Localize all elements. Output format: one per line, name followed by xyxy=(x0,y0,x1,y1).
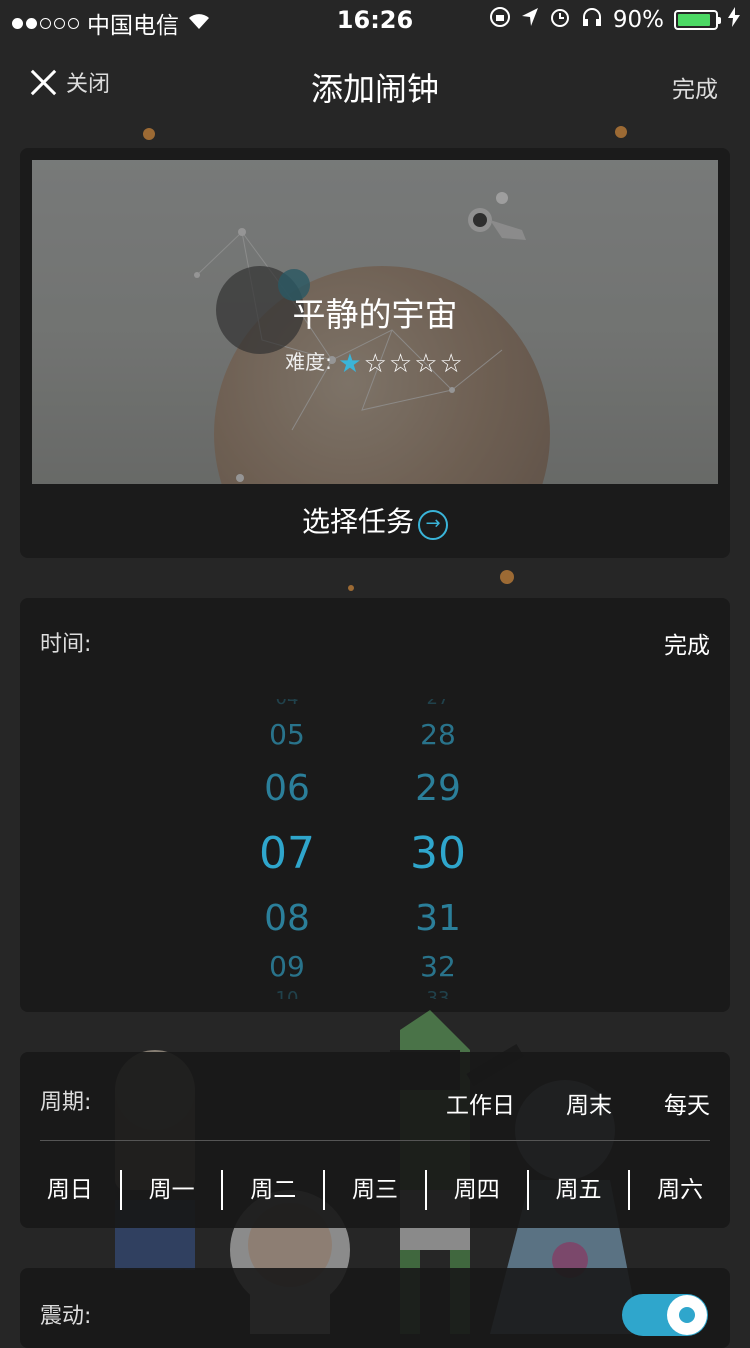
difficulty-label: 难度: xyxy=(285,350,332,374)
choose-task-button[interactable]: 选择任务 → xyxy=(20,500,730,540)
rotation-lock-icon xyxy=(489,6,511,33)
status-right: 90% xyxy=(489,6,740,33)
battery-icon xyxy=(674,9,721,30)
weekday-selector: 周日 周一 周二 周三 周四 周五 周六 xyxy=(20,1170,730,1210)
vibrate-label: 震动: xyxy=(40,1304,92,1329)
mission-banner[interactable]: 平静的宇宙 难度: ★☆☆☆☆ xyxy=(32,160,718,484)
vibrate-toggle[interactable] xyxy=(622,1294,708,1336)
hour-option[interactable]: 04 xyxy=(227,699,347,710)
preset-weekdays[interactable]: 工作日 xyxy=(446,1086,515,1120)
done-button[interactable]: 完成 xyxy=(672,70,718,104)
star-empty-icon: ☆ xyxy=(414,349,440,379)
choose-task-label: 选择任务 xyxy=(301,505,414,538)
preset-everyday[interactable]: 每天 xyxy=(664,1086,710,1120)
hour-option[interactable]: 08 xyxy=(227,898,347,938)
preset-weekend[interactable]: 周末 xyxy=(566,1086,612,1120)
minute-option[interactable]: 30 xyxy=(378,828,498,876)
star-filled-icon: ★ xyxy=(338,349,364,379)
difficulty-rating: 难度: ★☆☆☆☆ xyxy=(32,346,718,379)
time-done-button[interactable]: 完成 xyxy=(664,626,710,660)
location-icon xyxy=(521,7,539,32)
status-bar: 中国电信 16:26 90% xyxy=(0,0,750,40)
day-wednesday[interactable]: 周三 xyxy=(323,1170,425,1210)
day-friday[interactable]: 周五 xyxy=(526,1170,629,1210)
hour-option[interactable]: 10 xyxy=(227,988,347,999)
star-rating: ★☆☆☆☆ xyxy=(338,349,465,379)
minute-option[interactable]: 29 xyxy=(378,768,498,808)
arrow-right-circle-icon: → xyxy=(418,510,448,540)
hour-option[interactable]: 06 xyxy=(227,768,347,808)
hour-option[interactable]: 07 xyxy=(227,828,347,876)
mission-name: 平静的宇宙 xyxy=(292,295,458,334)
nav-bar: 关闭 添加闹钟 完成 xyxy=(0,48,750,120)
minute-option[interactable]: 28 xyxy=(378,718,498,750)
minute-option[interactable]: 33 xyxy=(378,988,498,999)
vibrate-card: 震动: xyxy=(20,1268,730,1348)
page-title: 添加闹钟 xyxy=(310,70,439,108)
hour-option[interactable]: 05 xyxy=(227,718,347,750)
alarm-icon xyxy=(549,6,571,33)
minute-option[interactable]: 31 xyxy=(378,898,498,938)
charging-icon xyxy=(728,7,740,32)
hour-option[interactable]: 09 xyxy=(227,950,347,982)
star-empty-icon: ☆ xyxy=(388,349,415,379)
minute-option[interactable]: 27 xyxy=(378,699,498,710)
time-label: 时间: xyxy=(40,632,92,657)
day-tuesday[interactable]: 周二 xyxy=(221,1170,323,1210)
headphones-icon xyxy=(581,6,603,33)
minute-option[interactable]: 32 xyxy=(378,950,498,982)
battery-percent: 90% xyxy=(612,6,664,33)
day-sunday[interactable]: 周日 xyxy=(20,1170,120,1210)
repeat-label: 周期: xyxy=(40,1090,92,1115)
star-empty-icon: ☆ xyxy=(439,349,465,379)
day-monday[interactable]: 周一 xyxy=(119,1170,222,1210)
day-thursday[interactable]: 周四 xyxy=(424,1170,527,1210)
day-saturday[interactable]: 周六 xyxy=(628,1170,730,1210)
star-empty-icon: ☆ xyxy=(363,349,389,379)
repeat-card: 周期: 工作日 周末 每天 周日 周一 周二 周三 周四 周五 周六 xyxy=(20,1052,730,1228)
mission-card: 平静的宇宙 难度: ★☆☆☆☆ 选择任务 → xyxy=(20,148,730,558)
divider xyxy=(40,1140,710,1141)
time-picker-card: 时间: 完成 04 05 06 07 08 09 10 27 28 29 30 31 32 33 xyxy=(20,598,730,1012)
